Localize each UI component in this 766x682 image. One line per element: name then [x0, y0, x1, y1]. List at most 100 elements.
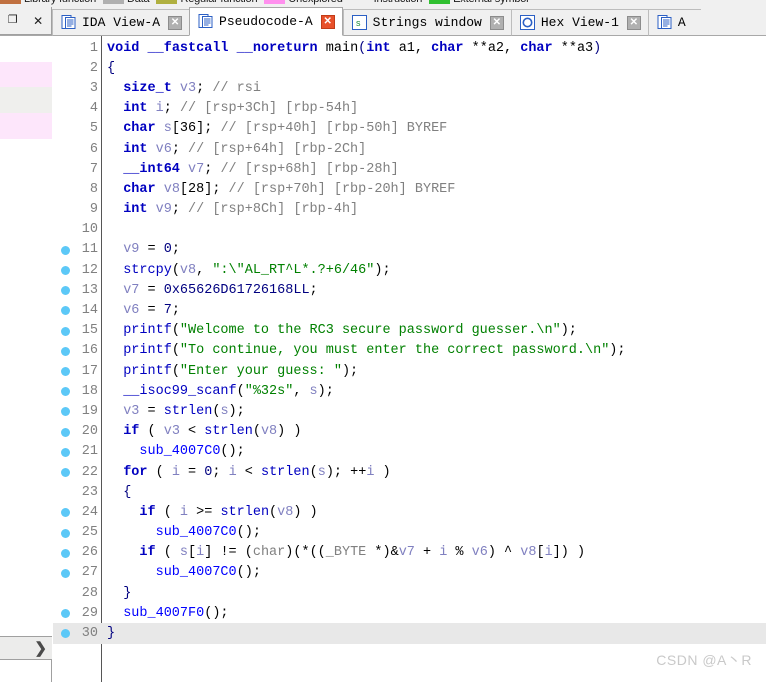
code-text: { — [123, 484, 132, 500]
tab-close-icon[interactable]: ✕ — [320, 14, 335, 29]
code-line[interactable]: 4 int i; // [rsp+3Ch] [rbp-54h] — [53, 99, 766, 119]
document-icon — [61, 15, 76, 30]
code-line[interactable]: 18 __isoc99_scanf("%32s", s); — [53, 381, 766, 401]
document-icon — [657, 15, 672, 30]
code-line[interactable]: 26 if ( s[i] != (char)(*((_BYTE *)&v7 + … — [53, 543, 766, 563]
code-text: sub_4007C0(); — [155, 525, 261, 541]
tab-close-icon[interactable]: ✕ — [489, 15, 504, 30]
line-number: 3 — [89, 80, 98, 96]
breakpoint-marker-icon[interactable] — [61, 346, 70, 356]
code-line[interactable]: 6 int v6; // [rsp+64h] [rbp-2Ch] — [53, 139, 766, 159]
code-text: sub_4007F0(); — [123, 605, 229, 621]
code-line[interactable]: 15 printf("Welcome to the RC3 secure pas… — [53, 321, 766, 341]
code-line[interactable]: 21 sub_4007C0(); — [53, 442, 766, 462]
restore-window-button[interactable]: ❐ — [6, 14, 20, 27]
code-text: if ( i >= strlen(v8) ) — [139, 504, 318, 520]
navigator-legend-item: Regular function — [156, 0, 258, 5]
code-line[interactable]: 22 for ( i = 0; i < strlen(s); ++i ) — [53, 462, 766, 482]
hex-icon — [519, 15, 535, 30]
code-line[interactable]: 24 if ( i >= strlen(v8) ) — [53, 502, 766, 522]
breakpoint-marker-icon[interactable] — [61, 528, 70, 538]
breakpoint-marker-icon[interactable] — [61, 245, 70, 255]
code-text: v7 = 0x65626D61726168LL; — [123, 282, 318, 298]
line-number: 23 — [81, 484, 98, 500]
navigator-legend-item: Instruction — [349, 0, 423, 5]
navigator-legend-label: External symbol — [453, 0, 528, 5]
tab-bar: ❐ ✕ IDA View-A ✕ Pseudocode-A ✕ s Strings win… — [0, 7, 766, 36]
navigator-legend-item: Unexplored — [264, 0, 343, 5]
document-icon — [198, 14, 213, 29]
code-text: size_t v3; // rsi — [123, 80, 261, 96]
code-text: v6 = 7; — [123, 303, 180, 319]
code-text: if ( s[i] != (char)(*((_BYTE *)&v7 + i %… — [139, 545, 586, 561]
breakpoint-marker-icon[interactable] — [61, 367, 70, 376]
breakpoint-marker-icon[interactable] — [61, 427, 70, 437]
navigator-legend-strip: Library function Data Regular function Unex… — [0, 0, 766, 7]
breakpoint-marker-icon[interactable] — [61, 266, 70, 276]
navigator-band — [0, 113, 52, 139]
code-text: printf("Enter your guess: "); — [123, 363, 359, 379]
code-line[interactable]: 14 v6 = 7; — [53, 300, 766, 320]
code-line[interactable]: 5 char s[36]; // [rsp+40h] [rbp-50h] BYR… — [53, 119, 766, 139]
line-number: 2 — [89, 60, 98, 76]
breakpoint-marker-icon[interactable] — [61, 447, 70, 457]
left-panel-footer: ❯ — [0, 636, 52, 660]
navigator-band — [0, 36, 52, 62]
line-number: 5 — [89, 121, 98, 137]
code-line[interactable]: 11 v9 = 0; — [53, 240, 766, 260]
code-line[interactable]: 20 if ( v3 < strlen(v8) ) — [53, 422, 766, 442]
breakpoint-marker-icon[interactable] — [61, 467, 70, 477]
navigator-legend-swatch — [156, 0, 178, 4]
code-line[interactable]: 30} — [53, 623, 766, 644]
tab-label: Strings window — [372, 15, 482, 30]
code-line[interactable]: 13 v7 = 0x65626D61726168LL; — [53, 280, 766, 300]
navigator-band — [0, 62, 52, 87]
code-line[interactable]: 28 } — [53, 583, 766, 603]
left-navigator-panel[interactable]: ❯ — [0, 36, 52, 682]
tab-a[interactable]: A — [647, 9, 701, 36]
code-line[interactable]: 10 — [53, 220, 766, 240]
code-text: strcpy(v8, ":\"AL_RT^L*.?+6/46"); — [123, 262, 391, 278]
code-line[interactable]: 19 v3 = strlen(s); — [53, 401, 766, 421]
breakpoint-marker-icon[interactable] — [61, 548, 70, 558]
close-window-button[interactable]: ✕ — [31, 14, 45, 28]
line-number: 28 — [81, 585, 98, 601]
pseudocode-editor[interactable]: 1 void __fastcall __noreturn main(int a1,… — [53, 36, 766, 682]
code-line[interactable]: 29 sub_4007F0(); — [53, 603, 766, 623]
code-line[interactable]: 12 strcpy(v8, ":\"AL_RT^L*.?+6/46"); — [53, 260, 766, 280]
navigator-legend-label: Instruction — [374, 0, 423, 5]
code-line[interactable]: 17 printf("Enter your guess: "); — [53, 361, 766, 381]
tab-pseudocode-a[interactable]: Pseudocode-A ✕ — [189, 7, 343, 36]
code-line[interactable]: 23 { — [53, 482, 766, 502]
code-text: if ( v3 < strlen(v8) ) — [123, 424, 302, 440]
navigator-legend-label: Regular function — [180, 0, 257, 5]
csdn-watermark: CSDN @A丶R — [656, 652, 752, 668]
code-line[interactable]: 25 sub_4007C0(); — [53, 523, 766, 543]
code-text: { — [107, 60, 116, 76]
line-number: 7 — [89, 161, 98, 177]
code-text: } — [107, 626, 116, 642]
breakpoint-marker-icon[interactable] — [61, 326, 70, 336]
tab-strings-window[interactable]: s Strings window ✕ — [342, 9, 511, 36]
code-line[interactable]: 27 sub_4007C0(); — [53, 563, 766, 583]
breakpoint-marker-icon[interactable] — [61, 568, 70, 578]
navigator-legend-item: External symbol — [429, 0, 529, 5]
code-line[interactable]: 1 void __fastcall __noreturn main(int a1,… — [53, 38, 766, 58]
tab-hex-view-1[interactable]: Hex View-1 ✕ — [510, 9, 648, 36]
code-line[interactable]: 3 size_t v3; // rsi — [53, 78, 766, 98]
code-text: printf("Welcome to the RC3 secure passwo… — [123, 323, 577, 339]
code-text: int i; // [rsp+3Ch] [rbp-54h] — [123, 101, 359, 117]
code-line[interactable]: 7 __int64 v7; // [rsp+68h] [rbp-28h] — [53, 159, 766, 179]
code-line[interactable]: 16 printf("To continue, you must enter t… — [53, 341, 766, 361]
code-line[interactable]: 2{ — [53, 58, 766, 78]
code-text: printf("To continue, you must enter the … — [123, 343, 626, 359]
tab-close-icon[interactable]: ✕ — [626, 15, 641, 30]
code-text: int v9; // [rsp+8Ch] [rbp-4h] — [123, 202, 359, 218]
code-line[interactable]: 9 int v9; // [rsp+8Ch] [rbp-4h] — [53, 200, 766, 220]
code-line[interactable]: 8 char v8[28]; // [rsp+70h] [rbp-20h] BY… — [53, 179, 766, 199]
expand-panel-chevron-icon[interactable]: ❯ — [34, 641, 47, 656]
tab-close-icon[interactable]: ✕ — [168, 15, 183, 30]
navigator-band — [0, 139, 52, 637]
tab-ida-view-a[interactable]: IDA View-A ✕ — [52, 9, 190, 36]
navigator-legend-item: Library function — [0, 0, 96, 5]
